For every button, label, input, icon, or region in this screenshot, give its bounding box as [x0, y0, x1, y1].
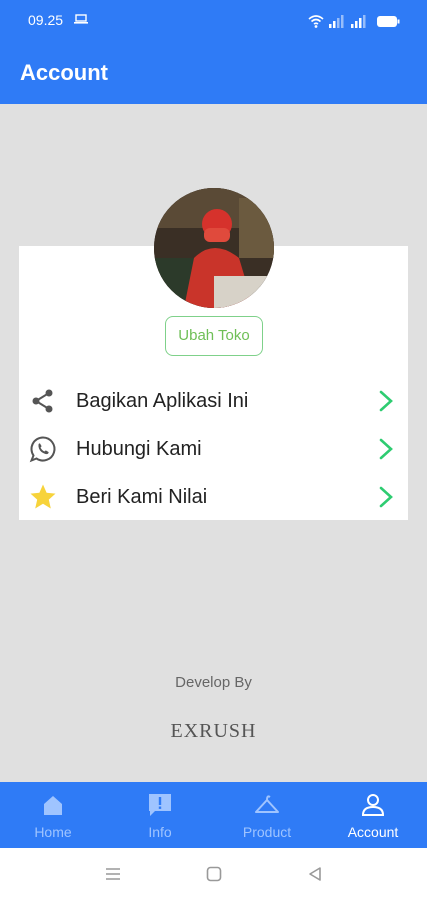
laptop-icon	[74, 14, 88, 24]
develop-by-label: Develop By	[175, 674, 252, 691]
back-icon[interactable]	[306, 866, 324, 882]
menu-item-contact-us[interactable]: Hubungi Kami	[19, 426, 408, 472]
status-time: 09.25	[28, 12, 64, 28]
share-icon	[32, 389, 53, 413]
info-icon	[149, 794, 171, 816]
status-bar: 09.25	[0, 0, 427, 40]
menu-item-rate-us[interactable]: Beri Kami Nilai	[19, 474, 408, 520]
menu-icon[interactable]	[104, 866, 122, 882]
menu-item-share-app[interactable]: Bagikan Aplikasi Ini	[19, 378, 408, 424]
chevron-right-icon	[379, 486, 393, 508]
menu-item-label: Hubungi Kami	[76, 438, 202, 460]
hanger-icon	[255, 795, 279, 813]
home-icon	[44, 796, 62, 815]
nav-product[interactable]: Product	[214, 782, 320, 848]
system-navigation-bar	[0, 848, 427, 900]
nav-home[interactable]: Home	[0, 782, 106, 848]
nav-label: Home	[34, 824, 72, 840]
nav-label: Product	[242, 824, 292, 840]
nav-label: Account	[347, 824, 399, 840]
nav-label: Info	[148, 824, 172, 840]
system-status-icons	[308, 15, 400, 28]
chevron-right-icon	[379, 390, 393, 412]
whatsapp-icon	[29, 436, 56, 463]
nav-info[interactable]: Info	[107, 782, 213, 848]
store-avatar	[154, 188, 274, 308]
app-bar: Account	[0, 40, 427, 104]
star-icon	[30, 484, 56, 509]
menu-item-label: Beri Kami Nilai	[76, 486, 208, 508]
home-button-icon[interactable]	[205, 866, 223, 882]
page-title: Account	[20, 60, 108, 85]
developer-brand: EXRUSH	[170, 720, 257, 742]
chevron-right-icon	[379, 438, 393, 460]
menu-item-label: Bagikan Aplikasi Ini	[76, 390, 249, 412]
avatar-photo	[154, 188, 274, 308]
user-icon	[361, 794, 385, 816]
nav-account[interactable]: Account	[320, 782, 426, 848]
change-store-button[interactable]: Ubah Toko	[165, 316, 263, 356]
bottom-navigation: Home Info Product Account	[0, 782, 427, 848]
